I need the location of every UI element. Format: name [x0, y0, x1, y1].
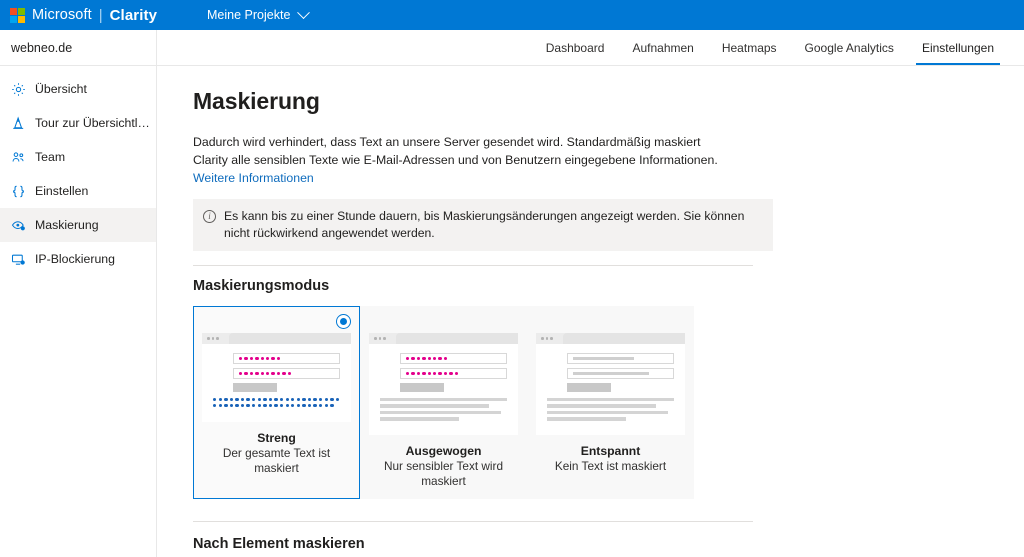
mode-card-subtitle-strict: Der gesamte Text ist maskiert — [222, 446, 331, 475]
monitor-block-icon — [10, 251, 26, 267]
nav-item-settings[interactable]: Einstellungen — [908, 30, 1008, 65]
mock-masked-paragraph — [213, 398, 340, 407]
sidebar-item-label-tour: Tour zur Übersichtlichk... — [35, 116, 151, 130]
sidebar-item-masking[interactable]: Maskierung — [0, 208, 156, 242]
brand-separator: | — [98, 6, 103, 24]
mock-dot-icon — [374, 337, 377, 340]
mock-dot-icon — [378, 337, 381, 340]
mock-browser-balanced — [369, 333, 518, 435]
mock-dot-icon — [545, 337, 548, 340]
sub-header: webneo.de Dashboard Aufnahmen Heatmaps G… — [0, 30, 1024, 66]
sidebar-item-tour[interactable]: Tour zur Übersichtlichk... — [0, 106, 156, 140]
mock-field-masked — [233, 368, 340, 379]
mock-field-plain — [567, 368, 674, 379]
mock-field-plain — [567, 353, 674, 364]
mock-field-masked — [400, 368, 507, 379]
sidebar-item-overview[interactable]: Übersicht — [0, 72, 156, 106]
mock-dot-icon — [550, 337, 553, 340]
info-banner-text: Es kann bis zu einer Stunde dauern, bis … — [224, 209, 745, 240]
sidebar-item-team[interactable]: Team — [0, 140, 156, 174]
mode-card-relaxed[interactable]: Entspannt Kein Text ist maskiert — [527, 306, 694, 499]
sidebar-item-label-masking: Maskierung — [35, 218, 99, 232]
mock-browser-strict — [202, 333, 351, 422]
sidebar-item-label-overview: Übersicht — [35, 82, 87, 96]
mock-text-paragraph — [547, 398, 674, 421]
mode-card-labels: Streng Der gesamte Text ist maskiert — [202, 430, 351, 476]
nav-item-google-analytics[interactable]: Google Analytics — [791, 30, 908, 65]
mock-browser-body — [202, 344, 351, 422]
divider-top — [193, 265, 753, 266]
top-bar: Microsoft | Clarity Meine Projekte — [0, 0, 1024, 30]
mock-browser-body — [369, 344, 518, 435]
mock-dot-icon — [211, 337, 214, 340]
mock-field-masked — [400, 353, 507, 364]
main-content: Maskierung Dadurch wird verhindert, dass… — [157, 66, 1024, 557]
mock-browser-chrome — [536, 333, 685, 344]
nav-item-recordings[interactable]: Aufnahmen — [618, 30, 707, 65]
mode-card-subtitle-balanced: Nur sensibler Text wird maskiert — [383, 458, 504, 488]
mock-dot-icon — [541, 337, 544, 340]
sidebar-item-label-ip-blocking: IP-Blockierung — [35, 252, 115, 266]
microsoft-logo-icon — [10, 7, 25, 23]
mode-card-title-strict: Streng — [257, 431, 296, 445]
mode-card-strict[interactable]: Streng Der gesamte Text ist maskiert — [193, 306, 360, 499]
learn-more-link[interactable]: Weitere Informationen — [193, 171, 314, 185]
mode-card-title-balanced: Ausgewogen — [405, 443, 482, 458]
page-description: Dadurch wird verhindert, dass Text an un… — [193, 133, 738, 187]
mask-icon — [10, 217, 26, 233]
radio-selected-icon[interactable] — [336, 314, 351, 329]
nav-item-heatmaps[interactable]: Heatmaps — [708, 30, 791, 65]
page-title: Maskierung — [193, 88, 320, 114]
mock-field-masked — [233, 353, 340, 364]
body-wrapper: Übersicht Tour zur Übersichtlichk... — [0, 66, 1024, 557]
mode-card-labels: Ausgewogen Nur sensibler Text wird maski… — [369, 443, 518, 489]
info-icon: i — [203, 210, 216, 223]
braces-icon — [10, 183, 26, 199]
mode-card-balanced[interactable]: Ausgewogen Nur sensibler Text wird maski… — [360, 306, 527, 499]
sidebar-item-ip-blocking[interactable]: IP-Blockierung — [0, 242, 156, 276]
sidebar: Übersicht Tour zur Übersichtlichk... — [0, 66, 157, 557]
tour-icon — [10, 115, 26, 131]
mock-button-block — [233, 383, 277, 392]
site-name: webneo.de — [0, 30, 157, 65]
my-projects-dropdown[interactable]: Meine Projekte — [199, 0, 316, 30]
sidebar-item-label-setup: Einstellen — [35, 184, 89, 198]
gear-icon — [10, 81, 26, 97]
mock-browser-relaxed — [536, 333, 685, 435]
brand-clarity: Clarity — [109, 6, 158, 24]
page-description-text: Dadurch wird verhindert, dass Text an un… — [193, 135, 718, 167]
chevron-down-icon — [297, 5, 311, 19]
my-projects-label: Meine Projekte — [207, 8, 291, 22]
mock-browser-body — [536, 344, 685, 435]
sidebar-item-setup[interactable]: Einstellen — [0, 174, 156, 208]
mode-card-labels: Entspannt Kein Text ist maskiert — [536, 443, 685, 474]
mode-card-title-relaxed: Entspannt — [580, 443, 641, 458]
mock-button-block — [567, 383, 611, 392]
sidebar-item-label-team: Team — [35, 150, 66, 164]
mock-browser-chrome — [202, 333, 351, 344]
mode-card-subtitle-relaxed: Kein Text ist maskiert — [554, 458, 667, 473]
mock-browser-chrome — [369, 333, 518, 344]
mask-by-element-title: Nach Element maskieren — [193, 535, 365, 552]
masking-mode-cards: Streng Der gesamte Text ist maskiert Aus… — [193, 306, 713, 499]
mock-text-paragraph — [380, 398, 507, 421]
info-banner: i Es kann bis zu einer Stunde dauern, bi… — [193, 199, 773, 251]
masking-mode-title: Maskierungsmodus — [193, 278, 330, 294]
main-nav: Dashboard Aufnahmen Heatmaps Google Anal… — [157, 30, 1024, 65]
divider-bottom — [193, 520, 753, 522]
mock-dot-icon — [207, 337, 210, 340]
brand-microsoft: Microsoft — [32, 7, 92, 23]
team-icon — [10, 149, 26, 165]
mock-dot-icon — [383, 337, 386, 340]
nav-item-dashboard[interactable]: Dashboard — [532, 30, 619, 65]
mock-button-block — [400, 383, 444, 392]
mock-dot-icon — [216, 337, 219, 340]
